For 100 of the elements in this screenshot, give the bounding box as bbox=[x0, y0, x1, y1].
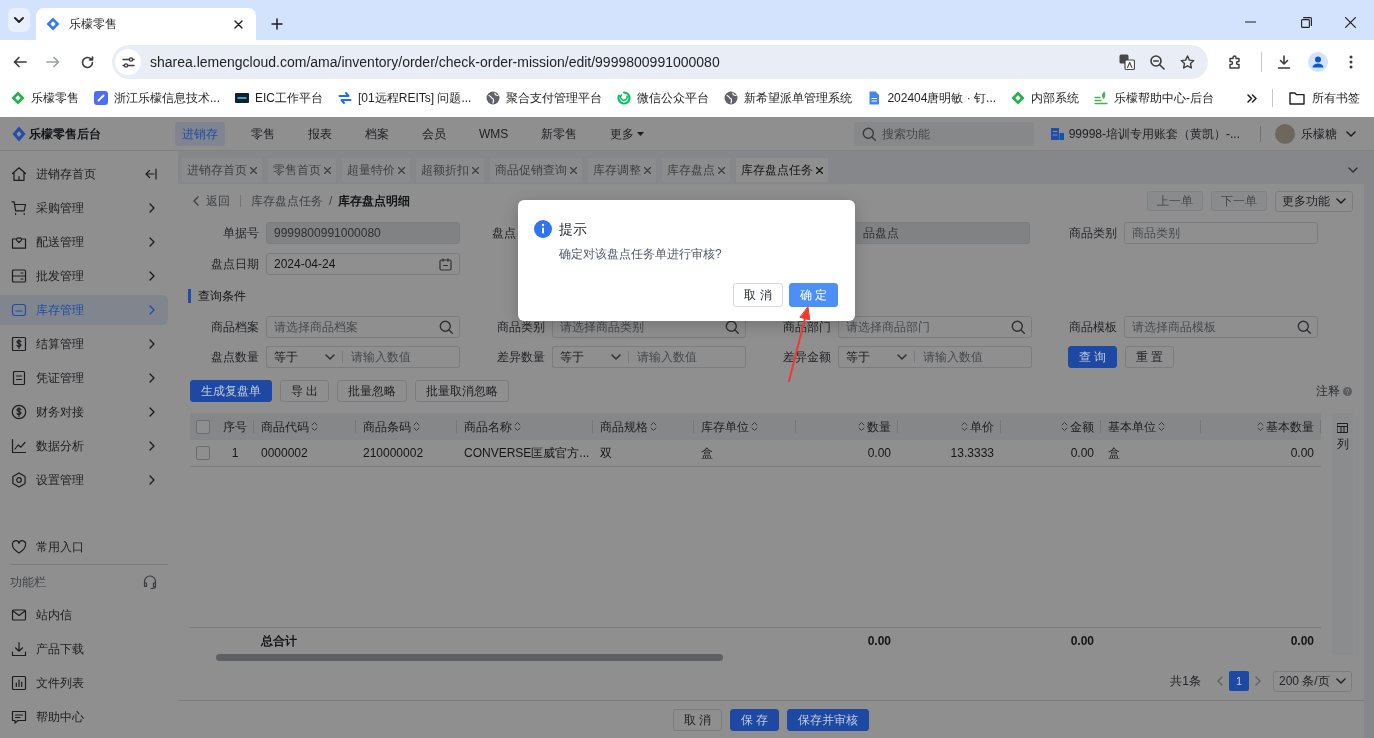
page-button[interactable]: 1 bbox=[1229, 671, 1249, 691]
page-tab[interactable]: 商品促销查询 bbox=[490, 158, 582, 182]
dialog-button[interactable]: 取 消 bbox=[733, 283, 783, 307]
search-field[interactable]: 请选择商品部门 bbox=[838, 316, 1032, 338]
column-header[interactable]: 基本单位 bbox=[1101, 413, 1201, 440]
bookmark[interactable]: EIC工作平台 bbox=[235, 89, 324, 107]
toolbar-button[interactable]: 生成复盘单 bbox=[190, 380, 272, 402]
sidebar-item[interactable]: 数据分析 bbox=[0, 431, 168, 461]
sidebar-item[interactable]: 站内信 bbox=[0, 600, 168, 630]
sidebar-item[interactable]: 批发管理 bbox=[0, 261, 168, 291]
bookmark[interactable]: 微信公众平台 bbox=[617, 89, 710, 107]
page-size-select[interactable]: 200 条/页 bbox=[1273, 670, 1352, 692]
dialog-button[interactable]: 确 定 bbox=[788, 283, 838, 307]
nav-item[interactable]: 会员 bbox=[415, 121, 453, 146]
url-text[interactable]: sharea.lemengcloud.com/ama/inventory/order/check-order-mission/edit/9999800991000080 bbox=[150, 51, 720, 73]
close-icon bbox=[233, 19, 243, 29]
close-icon[interactable] bbox=[718, 166, 725, 174]
browser-tab[interactable]: 乐檬零售 bbox=[36, 8, 256, 40]
note-label: 注释 bbox=[1316, 383, 1340, 400]
breadcrumb-link[interactable]: 库存盘点任务 bbox=[251, 192, 323, 210]
close-icon[interactable] bbox=[398, 166, 405, 174]
footer-button[interactable]: 保存并审核 bbox=[787, 708, 870, 731]
footer-button[interactable]: 保 存 bbox=[730, 708, 780, 731]
nav-item[interactable]: 更多 bbox=[603, 121, 652, 146]
close-icon[interactable] bbox=[570, 166, 577, 174]
tab-search-button[interactable] bbox=[8, 8, 30, 32]
column-header[interactable]: 商品名称 bbox=[457, 413, 593, 440]
all-bookmarks-button[interactable]: 所有书签 bbox=[1289, 89, 1360, 107]
close-icon[interactable] bbox=[324, 166, 331, 174]
page-tab[interactable]: 超额折扣 bbox=[416, 158, 484, 182]
sidebar-item[interactable]: 产品下载 bbox=[0, 634, 168, 664]
chevron-left-icon bbox=[193, 196, 199, 206]
sidebar-item[interactable]: 进销存首页 bbox=[0, 159, 168, 189]
nav-item[interactable]: WMS bbox=[472, 121, 516, 146]
user-menu[interactable]: 乐檬糖 bbox=[1301, 124, 1356, 143]
sidebar-item[interactable]: 配送管理 bbox=[0, 227, 168, 257]
more-actions-button[interactable]: 更多功能 bbox=[1275, 190, 1353, 212]
page-tab[interactable]: 库存盘点 bbox=[662, 158, 730, 182]
sidebar-item[interactable]: 设置管理 bbox=[0, 465, 168, 495]
bookmark[interactable]: 浙江乐檬信息技术... bbox=[94, 89, 220, 107]
page-tab[interactable]: 超量特价 bbox=[342, 158, 410, 182]
column-header[interactable]: 商品条码 bbox=[356, 413, 457, 440]
nav-item[interactable]: 档案 bbox=[358, 121, 396, 146]
profile-button[interactable] bbox=[1306, 50, 1330, 74]
toolbar-button[interactable]: 批量忽略 bbox=[337, 380, 408, 402]
bookmark[interactable]: 内部系统 bbox=[1011, 89, 1080, 107]
bookmark[interactable]: 乐檬零售 bbox=[11, 89, 79, 107]
column-header[interactable]: 商品代码 bbox=[254, 413, 356, 440]
page-tab[interactable]: 零售首页 bbox=[268, 158, 336, 182]
bookmark[interactable]: 乐檬帮助中心-后台 bbox=[1094, 89, 1215, 107]
footer-button[interactable]: 取 消 bbox=[672, 708, 722, 731]
sidebar-item[interactable]: 采购管理 bbox=[0, 193, 168, 223]
column-header[interactable]: 库存单位 bbox=[694, 413, 796, 440]
bookmark[interactable]: 新希望派单管理系统 bbox=[724, 89, 853, 107]
account-switcher[interactable]: 99998-培训专用账套（黄凯）-... bbox=[1050, 124, 1240, 143]
headset-icon[interactable] bbox=[142, 574, 158, 590]
nav-item[interactable]: 零售 bbox=[244, 121, 282, 146]
column-header[interactable]: 金额 bbox=[1001, 413, 1101, 440]
search-field[interactable]: 请选择商品档案 bbox=[266, 316, 460, 338]
page-tab[interactable]: 库存盘点任务 bbox=[736, 158, 828, 182]
sidebar-item[interactable]: 文件列表 bbox=[0, 668, 168, 698]
sidebar-item[interactable]: 结算管理 bbox=[0, 329, 168, 359]
page-tab[interactable]: 进销存首页 bbox=[182, 158, 262, 182]
search-field[interactable]: 请选择商品模板 bbox=[1124, 316, 1318, 338]
reset-button[interactable]: 重 置 bbox=[1125, 346, 1175, 368]
back-link[interactable]: 返回 bbox=[190, 192, 230, 210]
nav-item[interactable]: 新零售 bbox=[534, 121, 585, 146]
close-icon[interactable] bbox=[816, 166, 823, 174]
sidebar-item[interactable]: 凭证管理 bbox=[0, 363, 168, 393]
help-icon[interactable] bbox=[1343, 386, 1352, 396]
bookmark[interactable]: [01远程REITs] 问题... bbox=[338, 89, 472, 107]
chevron-down-icon[interactable] bbox=[1348, 167, 1358, 173]
text-field[interactable]: 商品类别 bbox=[1124, 222, 1318, 244]
field-label: 单据号 bbox=[222, 225, 259, 242]
checkbox[interactable] bbox=[196, 446, 210, 460]
column-header[interactable]: 基本数量 bbox=[1201, 413, 1321, 440]
checkbox[interactable] bbox=[196, 419, 210, 434]
collapse-icon[interactable] bbox=[145, 168, 157, 180]
toolbar-button[interactable]: 导 出 bbox=[280, 380, 330, 402]
toolbar-button[interactable]: 批量取消忽略 bbox=[415, 380, 510, 402]
bookmark[interactable]: 聚合支付管理平台 bbox=[486, 89, 603, 107]
date-field[interactable]: 2024-04-24 bbox=[266, 253, 460, 275]
nav-item[interactable]: 报表 bbox=[301, 121, 339, 146]
sidebar-item[interactable]: 帮助中心 bbox=[0, 702, 168, 732]
query-button[interactable]: 查 询 bbox=[1067, 346, 1117, 368]
close-icon[interactable] bbox=[644, 166, 651, 174]
sidebar-item[interactable]: 财务对接 bbox=[0, 397, 168, 427]
column-settings-button[interactable]: 列 bbox=[1336, 423, 1349, 452]
address-bar[interactable]: sharea.lemengcloud.com/ama/inventory/order/check-order-mission/edit/9999800991000080 bbox=[112, 45, 1208, 79]
scrollbar-thumb[interactable] bbox=[216, 654, 723, 661]
column-header[interactable]: 数量 bbox=[796, 413, 898, 440]
close-icon[interactable] bbox=[250, 166, 257, 174]
column-header[interactable]: 商品规格 bbox=[593, 413, 694, 440]
sidebar-item[interactable]: 常用入口 bbox=[0, 532, 168, 562]
search-field[interactable]: 搜索功能 bbox=[853, 121, 1034, 146]
bookmark[interactable]: 202404唐明敏 · 钉... bbox=[867, 89, 997, 107]
close-icon[interactable] bbox=[472, 166, 479, 174]
page-tab[interactable]: 库存调整 bbox=[588, 158, 656, 182]
site-info-button[interactable] bbox=[115, 49, 141, 75]
column-header[interactable]: 单价 bbox=[898, 413, 1001, 440]
